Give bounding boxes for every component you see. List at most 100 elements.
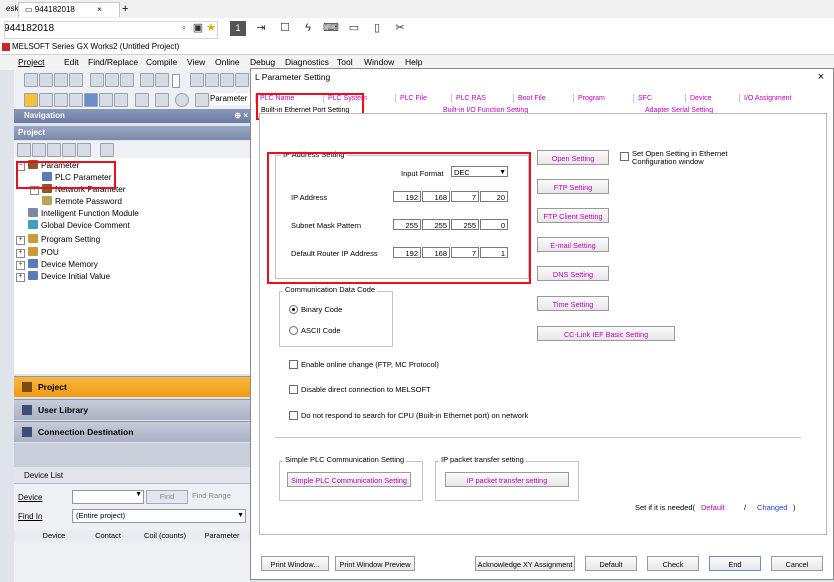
screen-icon[interactable]: ▭ xyxy=(346,21,362,36)
menu-compile[interactable]: Compile xyxy=(146,57,177,67)
column-header-coil[interactable]: Coil (counts) xyxy=(136,530,195,542)
binary-code-radio[interactable] xyxy=(289,305,298,314)
nav-panel-user-library[interactable]: User Library xyxy=(14,399,250,420)
browser-tab-active[interactable]: ▭ 944182018 × xyxy=(18,2,120,17)
refresh-icon[interactable] xyxy=(77,143,91,157)
navigation-toggle-icon[interactable] xyxy=(24,93,38,107)
device-input[interactable]: ▼ xyxy=(72,490,144,504)
nav-panel-project[interactable]: Project xyxy=(14,376,250,397)
tab-program[interactable]: Program xyxy=(573,94,605,103)
tree-item-device-initial-value[interactable]: Device Initial Value xyxy=(28,271,110,283)
number-one-icon[interactable]: 1 xyxy=(230,21,246,36)
chat-icon[interactable]: ☐ xyxy=(277,21,293,36)
tab-device[interactable]: Device xyxy=(685,94,711,103)
menu-project[interactable]: Project xyxy=(18,57,44,67)
menu-view[interactable]: View xyxy=(187,57,205,67)
binoculars-icon[interactable] xyxy=(195,93,209,107)
copy-icon[interactable] xyxy=(105,73,119,87)
open-project-icon[interactable] xyxy=(39,73,53,87)
connect-icon[interactable] xyxy=(135,93,149,107)
disable-direct-connection-checkbox[interactable] xyxy=(289,385,298,394)
print-icon[interactable] xyxy=(69,73,83,87)
check-button[interactable]: Check xyxy=(647,556,699,571)
sort-icon[interactable] xyxy=(100,143,114,157)
zoom-icon[interactable] xyxy=(155,93,169,107)
time-setting-button[interactable]: Time Setting xyxy=(537,296,609,311)
list-view-icon[interactable] xyxy=(54,93,68,107)
write-plc-icon[interactable] xyxy=(190,73,204,87)
undo-icon[interactable] xyxy=(140,73,154,87)
expand-icon[interactable]: + xyxy=(16,249,25,258)
expand-icon[interactable]: + xyxy=(16,236,25,245)
enter-icon[interactable]: ⇥ xyxy=(253,21,269,36)
redo-icon[interactable] xyxy=(155,73,169,87)
do-not-respond-checkbox[interactable] xyxy=(289,411,298,420)
tree-item-intelligent-function-module[interactable]: Intelligent Function Module xyxy=(28,208,139,220)
column-header-contact[interactable]: Contact xyxy=(80,530,137,542)
new-project-icon[interactable] xyxy=(24,73,38,87)
menu-diagnostics[interactable]: Diagnostics xyxy=(285,57,329,67)
read-plc-icon[interactable] xyxy=(205,73,219,87)
simple-plc-communication-setting-button[interactable]: Simple PLC Communication Setting xyxy=(287,472,411,487)
expand-icon[interactable]: + xyxy=(16,273,25,282)
star-icon[interactable]: ★ xyxy=(203,21,219,36)
lightning-icon[interactable]: ϟ xyxy=(300,21,316,36)
add-tab-button[interactable]: + xyxy=(116,2,134,16)
verify-icon[interactable] xyxy=(220,73,234,87)
delete-data-icon[interactable] xyxy=(47,143,61,157)
ip-packet-transfer-setting-button[interactable]: IP packet transfer setting xyxy=(445,472,569,487)
menu-debug[interactable]: Debug xyxy=(250,57,275,67)
ftp-setting-button[interactable]: FTP Setting xyxy=(537,179,609,194)
print-window-preview-button[interactable]: Print Window Preview xyxy=(335,556,415,571)
paste-icon[interactable] xyxy=(120,73,134,87)
close-icon[interactable]: × xyxy=(97,5,102,14)
ascii-code-radio[interactable] xyxy=(289,326,298,335)
tab-io-assignment[interactable]: I/O Assignment xyxy=(739,94,791,103)
print-window-button[interactable]: Print Window... xyxy=(261,556,329,571)
menu-help[interactable]: Help xyxy=(405,57,422,67)
end-button[interactable]: End xyxy=(709,556,761,571)
find-button[interactable]: Find xyxy=(146,490,188,504)
grid-view-icon[interactable] xyxy=(39,93,53,107)
menu-tool[interactable]: Tool xyxy=(337,57,353,67)
keyboard-icon[interactable]: ⌨ xyxy=(323,21,339,36)
tree-item-program-setting[interactable]: Program Setting xyxy=(28,234,100,246)
cancel-button[interactable]: Cancel xyxy=(771,556,823,571)
dns-setting-button[interactable]: DNS Setting xyxy=(537,266,609,281)
expand-icon[interactable]: + xyxy=(16,261,25,270)
tree-item-global-device-comment[interactable]: Global Device Comment xyxy=(28,220,130,232)
property-icon[interactable] xyxy=(62,143,76,157)
acknowledge-xy-assignment-button[interactable]: Acknowledge XY Assignment xyxy=(475,556,575,571)
nav-panel-connection-destination[interactable]: Connection Destination xyxy=(14,421,250,442)
panel-icon[interactable] xyxy=(114,93,128,107)
pin-icon[interactable]: ⊕ × xyxy=(234,109,248,123)
monitor-start-icon[interactable] xyxy=(235,73,249,87)
help-icon[interactable] xyxy=(175,93,189,107)
toolbar-dropdown[interactable] xyxy=(172,74,180,88)
menu-edit[interactable]: Edit xyxy=(64,57,79,67)
window-view-icon[interactable] xyxy=(84,93,98,107)
column-header-parameter[interactable]: Parameter xyxy=(194,530,251,542)
ftp-client-setting-button[interactable]: FTP Client Setting xyxy=(537,208,609,223)
open-data-icon[interactable] xyxy=(32,143,46,157)
enable-online-change-checkbox[interactable] xyxy=(289,360,298,369)
find-in-select[interactable]: (Entire project) ▼ xyxy=(72,509,246,523)
tab-plc-file[interactable]: PLC File xyxy=(395,94,427,103)
new-data-icon[interactable] xyxy=(17,143,31,157)
default-button[interactable]: Default xyxy=(585,556,637,571)
tools-icon[interactable]: ✂ xyxy=(392,21,408,36)
layout-icon[interactable] xyxy=(99,93,113,107)
tab-plc-ras[interactable]: PLC RAS xyxy=(451,94,486,103)
open-setting-button[interactable]: Open Setting xyxy=(537,150,609,165)
cc-link-ief-basic-setting-button[interactable]: CC-Link IEF Basic Setting xyxy=(537,326,675,341)
menu-window[interactable]: Window xyxy=(364,57,394,67)
menu-find-replace[interactable]: Find/Replace xyxy=(88,57,138,67)
open-setting-checkbox[interactable] xyxy=(620,152,629,161)
tree-item-pou[interactable]: POU xyxy=(28,247,59,259)
parameter-combo[interactable]: Parameter xyxy=(210,93,250,105)
save-icon[interactable] xyxy=(54,73,68,87)
close-icon[interactable]: × xyxy=(815,70,827,84)
file-icon[interactable]: ▯ xyxy=(369,21,385,36)
email-setting-button[interactable]: E-mail Setting xyxy=(537,237,609,252)
table-view-icon[interactable] xyxy=(69,93,83,107)
